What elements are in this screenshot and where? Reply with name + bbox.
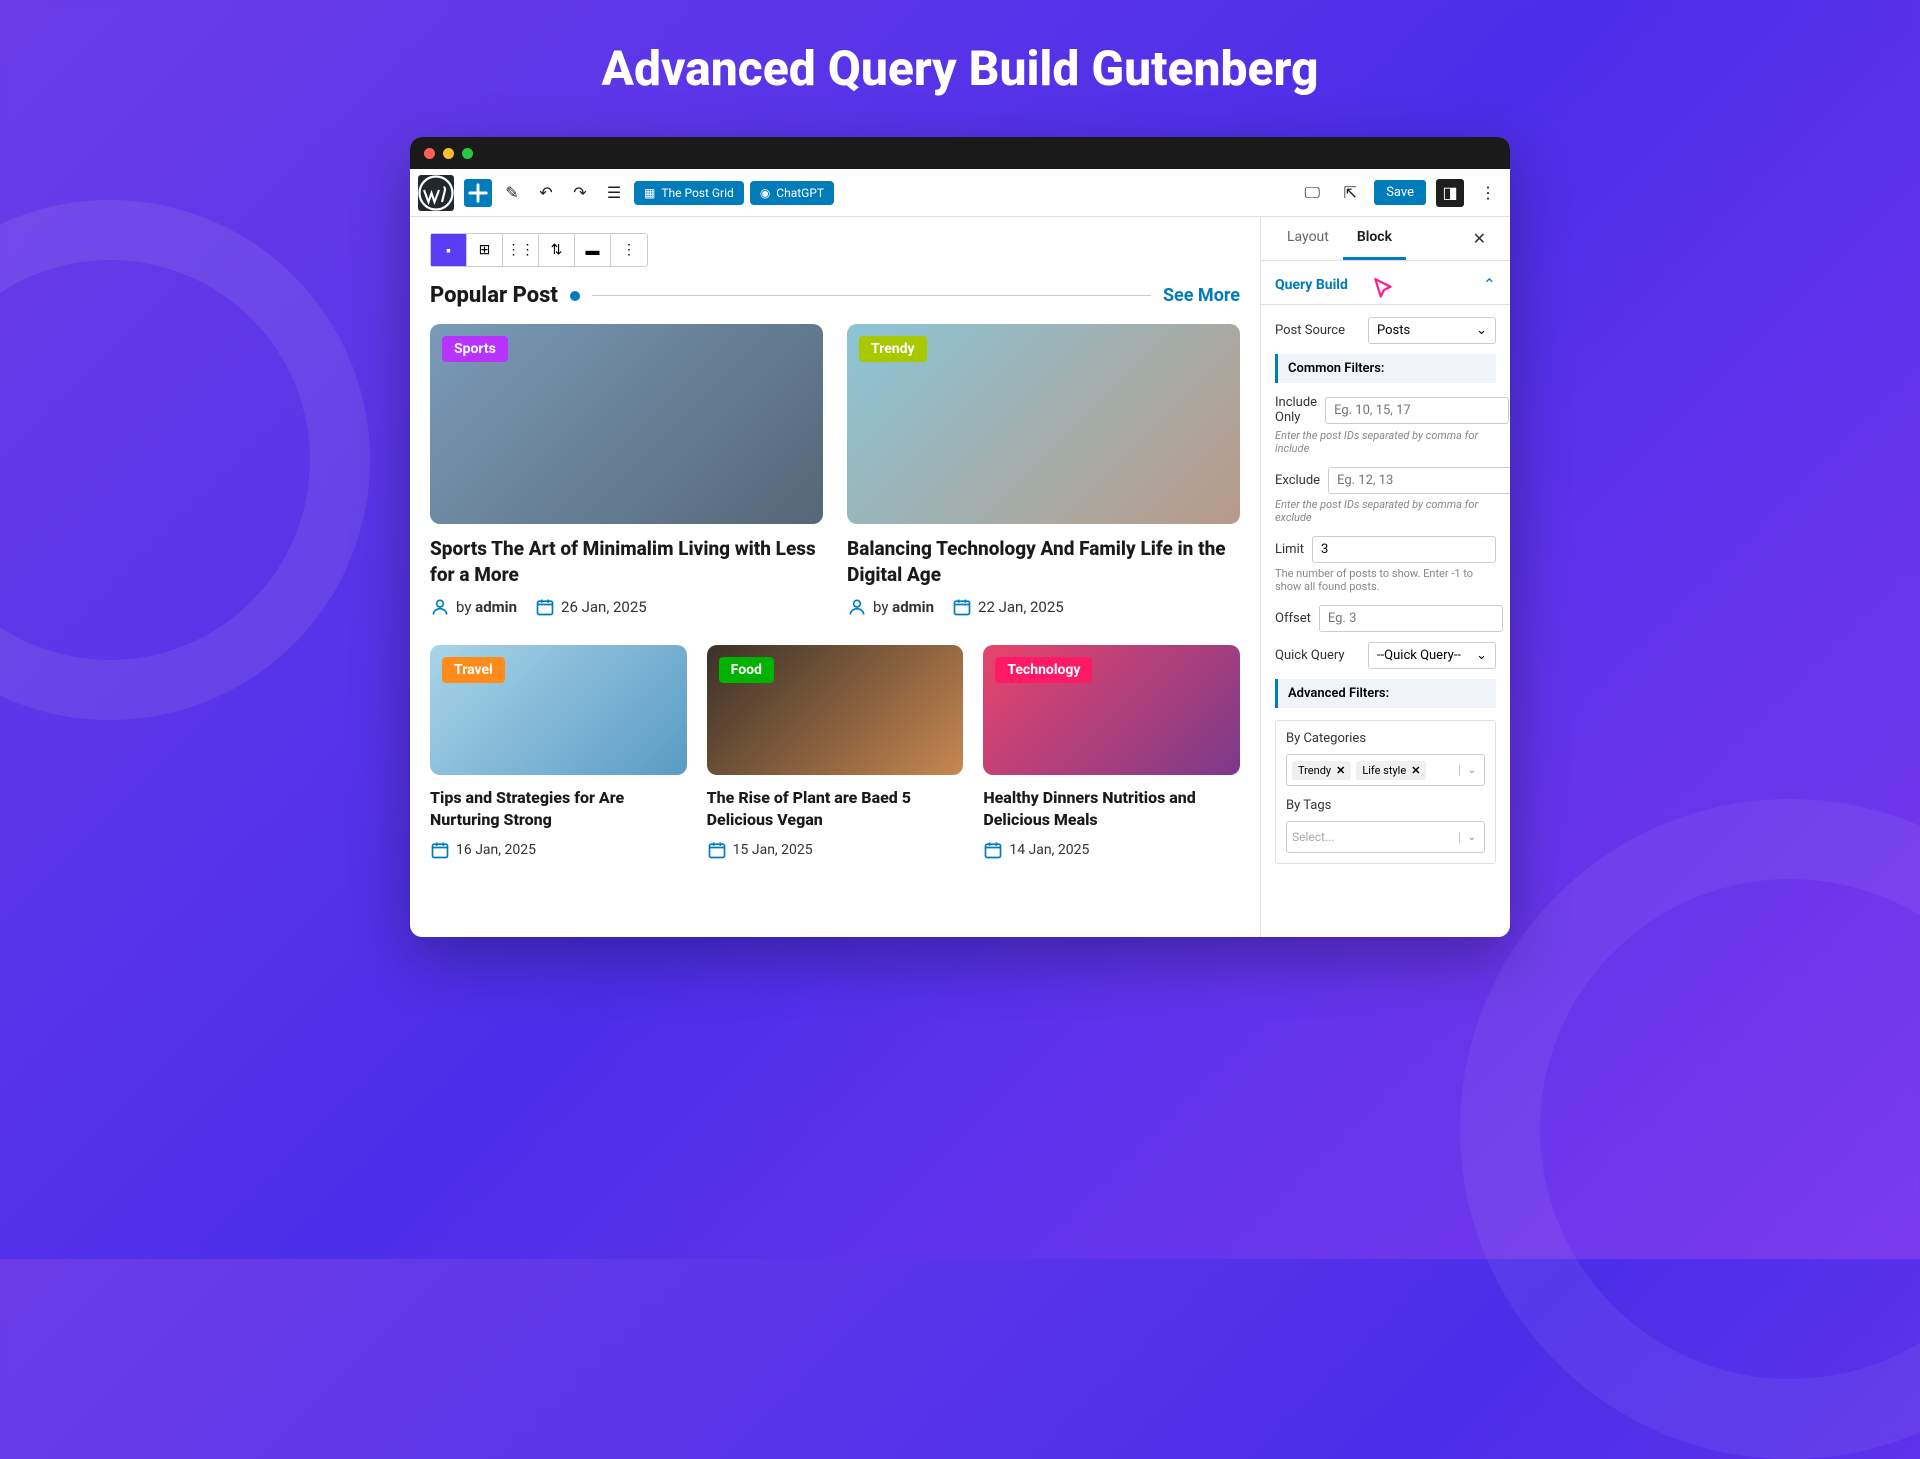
- category-tag[interactable]: Trendy: [859, 336, 927, 362]
- panel-body: Post Source Posts ⌄ Common Filters: Incl…: [1261, 305, 1510, 876]
- post-title: Balancing Technology And Family Life in …: [847, 536, 1240, 587]
- date-meta: 16 Jan, 2025: [430, 840, 536, 860]
- category-tag[interactable]: Technology: [995, 657, 1092, 683]
- exclude-label: Exclude: [1275, 473, 1320, 488]
- post-title: The Rise of Plant are Baed 5 Delicious V…: [707, 787, 964, 830]
- common-filters-header: Common Filters:: [1275, 354, 1496, 383]
- browser-window: ✎ ↶ ↷ ☰ ▦ The Post Grid ◉ ChatGPT 🖵 ⇱ Sa…: [410, 137, 1510, 937]
- save-button[interactable]: Save: [1374, 180, 1426, 205]
- post-grid-button[interactable]: ▦ The Post Grid: [634, 181, 744, 205]
- offset-input[interactable]: [1319, 605, 1503, 632]
- section-header: Popular Post See More: [430, 283, 1240, 308]
- category-tag[interactable]: Food: [719, 657, 774, 683]
- category-chip[interactable]: Trendy ✕: [1292, 761, 1351, 780]
- post-card[interactable]: Trendy Balancing Technology And Family Li…: [847, 324, 1240, 617]
- panel-header[interactable]: Query Build ⌃: [1261, 261, 1510, 305]
- chevron-down-icon: ⌄: [1459, 765, 1476, 776]
- settings-sidebar: Layout Block ✕ Query Build ⌃ Post Source…: [1260, 217, 1510, 937]
- settings-panel-toggle[interactable]: ◨: [1436, 179, 1464, 207]
- date-meta: 14 Jan, 2025: [983, 840, 1089, 860]
- advanced-filters-header: Advanced Filters:: [1275, 679, 1496, 708]
- categories-select[interactable]: Trendy ✕ Life style ✕ ⌄: [1286, 754, 1485, 786]
- edit-icon[interactable]: ✎: [498, 179, 526, 207]
- block-toolbar: ▪ ⊞ ⋮⋮ ⇅ ▬ ⋮: [430, 233, 648, 267]
- category-tag[interactable]: Travel: [442, 657, 505, 683]
- post-card[interactable]: Sports Sports The Art of Minimalim Living…: [430, 324, 823, 617]
- author-meta: by admin: [847, 597, 934, 617]
- category-chip[interactable]: Life style ✕: [1356, 761, 1426, 780]
- offset-label: Offset: [1275, 611, 1311, 626]
- chatgpt-icon: ◉: [760, 186, 770, 200]
- advanced-filters-box: By Categories Trendy ✕ Life style ✕ ⌄ By T…: [1275, 720, 1496, 864]
- limit-input[interactable]: [1312, 536, 1496, 563]
- external-link-icon[interactable]: ⇱: [1336, 179, 1364, 207]
- divider-line: [592, 295, 1151, 296]
- limit-help: The number of posts to show. Enter -1 to…: [1275, 567, 1496, 593]
- remove-chip-icon[interactable]: ✕: [1336, 764, 1345, 777]
- titlebar: [410, 137, 1510, 169]
- arrows-icon[interactable]: ⇅: [539, 234, 575, 266]
- include-help: Enter the post IDs separated by comma fo…: [1275, 429, 1496, 455]
- undo-icon[interactable]: ↶: [532, 179, 560, 207]
- chevron-up-icon: ⌃: [1483, 275, 1496, 294]
- bullet-icon: [570, 291, 580, 301]
- by-tags-label: By Tags: [1286, 798, 1485, 813]
- post-card[interactable]: Travel Tips and Strategies for Are Nurtur…: [430, 645, 687, 860]
- add-block-button[interactable]: [464, 179, 492, 207]
- remove-chip-icon[interactable]: ✕: [1411, 764, 1420, 777]
- limit-label: Limit: [1275, 542, 1304, 557]
- include-input[interactable]: [1325, 397, 1509, 424]
- exclude-help: Enter the post IDs separated by comma fo…: [1275, 498, 1496, 524]
- see-more-link[interactable]: See More: [1163, 285, 1240, 306]
- chatgpt-button[interactable]: ◉ ChatGPT: [750, 181, 834, 205]
- tab-block[interactable]: Block: [1343, 217, 1406, 260]
- author-meta: by admin: [430, 597, 517, 617]
- date-meta: 26 Jan, 2025: [535, 597, 647, 617]
- post-title: Healthy Dinners Nutritios and Delicious …: [983, 787, 1240, 830]
- page-heading: Advanced Query Build Gutenberg: [602, 40, 1319, 97]
- chevron-down-icon: ⌄: [1459, 832, 1476, 843]
- maximize-dot[interactable]: [462, 148, 473, 159]
- date-meta: 15 Jan, 2025: [707, 840, 813, 860]
- align-icon[interactable]: ▬: [575, 234, 611, 266]
- sidebar-tabs: Layout Block ✕: [1261, 217, 1510, 261]
- outline-icon[interactable]: ☰: [600, 179, 628, 207]
- wordpress-logo[interactable]: [418, 175, 454, 211]
- section-title: Popular Post: [430, 283, 558, 308]
- quick-query-label: Quick Query: [1275, 648, 1360, 663]
- exclude-input[interactable]: [1328, 467, 1510, 494]
- post-source-label: Post Source: [1275, 323, 1360, 338]
- editor-canvas: ▪ ⊞ ⋮⋮ ⇅ ▬ ⋮ Popular Post See More Sport…: [410, 217, 1260, 937]
- post-source-select[interactable]: Posts ⌄: [1368, 317, 1496, 344]
- editor-toolbar: ✎ ↶ ↷ ☰ ▦ The Post Grid ◉ ChatGPT 🖵 ⇱ Sa…: [410, 169, 1510, 217]
- close-sidebar-icon[interactable]: ✕: [1461, 217, 1498, 260]
- post-card[interactable]: Technology Healthy Dinners Nutritios and …: [983, 645, 1240, 860]
- desktop-view-icon[interactable]: 🖵: [1298, 179, 1326, 207]
- panel-title: Query Build: [1275, 277, 1348, 293]
- post-card[interactable]: Food The Rise of Plant are Baed 5 Delicio…: [707, 645, 964, 860]
- post-title: Tips and Strategies for Are Nurturing St…: [430, 787, 687, 830]
- category-tag[interactable]: Sports: [442, 336, 508, 362]
- more-icon[interactable]: ⋮: [1474, 179, 1502, 207]
- redo-icon[interactable]: ↷: [566, 179, 594, 207]
- grid-icon: ▦: [644, 186, 655, 200]
- by-categories-label: By Categories: [1286, 731, 1485, 746]
- post-title: Sports The Art of Minimalim Living with …: [430, 536, 823, 587]
- close-dot[interactable]: [424, 148, 435, 159]
- quick-query-select[interactable]: --Quick Query-- ⌄: [1368, 642, 1496, 669]
- minimize-dot[interactable]: [443, 148, 454, 159]
- date-meta: 22 Jan, 2025: [952, 597, 1064, 617]
- tags-select[interactable]: Select... ⌄: [1286, 821, 1485, 853]
- block-type-icon[interactable]: ▪: [431, 234, 467, 266]
- drag-icon[interactable]: ⋮⋮: [503, 234, 539, 266]
- include-label: Include Only: [1275, 395, 1317, 425]
- more-options-icon[interactable]: ⋮: [611, 234, 647, 266]
- grid-layout-icon[interactable]: ⊞: [467, 234, 503, 266]
- tab-layout[interactable]: Layout: [1273, 217, 1343, 260]
